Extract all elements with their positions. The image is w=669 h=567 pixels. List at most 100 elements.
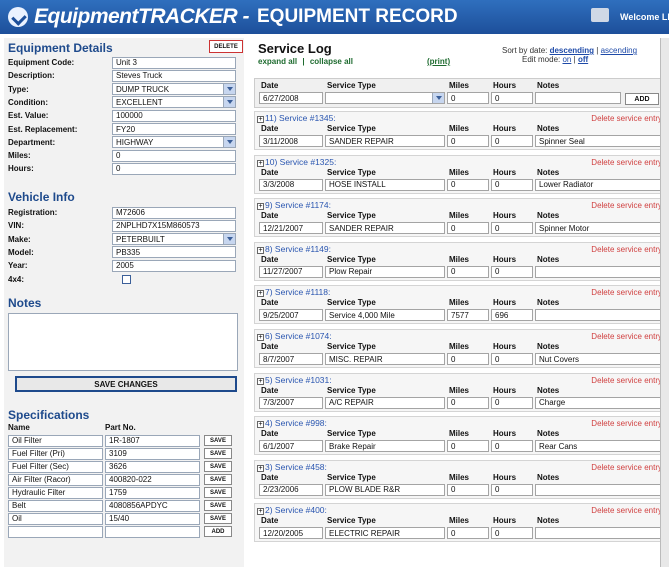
service-entry-title[interactable]: +4) Service #998: bbox=[257, 418, 327, 429]
miles-value[interactable]: 0 bbox=[447, 178, 489, 191]
spec-add-button[interactable]: ADD bbox=[204, 526, 232, 537]
notes-value[interactable] bbox=[535, 527, 662, 540]
print-link[interactable]: (print) bbox=[427, 57, 450, 66]
spec-save-button[interactable]: SAVE bbox=[204, 513, 232, 524]
delete-service-entry-link[interactable]: Delete service entry bbox=[591, 463, 662, 472]
collapse-all-link[interactable]: collapse all bbox=[310, 57, 353, 66]
vehicle-field-input[interactable]: 2005 bbox=[112, 259, 236, 272]
delete-service-entry-link[interactable]: Delete service entry bbox=[591, 245, 662, 254]
chevron-down-icon[interactable] bbox=[223, 97, 235, 108]
notes-textarea[interactable] bbox=[8, 313, 238, 371]
spec-save-button[interactable]: SAVE bbox=[204, 500, 232, 511]
spec-new-part-input[interactable] bbox=[105, 525, 200, 538]
edit-off-link[interactable]: off bbox=[578, 55, 588, 64]
notes-value[interactable]: Charge bbox=[535, 396, 662, 409]
hours-value[interactable]: 0 bbox=[491, 265, 533, 278]
date-value[interactable]: 3/3/2008 bbox=[259, 178, 323, 191]
spec-name-input[interactable]: Belt bbox=[8, 499, 103, 512]
spec-part-input[interactable]: 1R-1807 bbox=[105, 434, 200, 447]
notes-value[interactable]: Rear Cans bbox=[535, 440, 662, 453]
sort-descending-link[interactable]: descending bbox=[550, 46, 594, 55]
delete-service-entry-link[interactable]: Delete service entry bbox=[591, 288, 662, 297]
vehicle-field-input[interactable]: PB335 bbox=[112, 246, 236, 259]
date-value[interactable]: 9/25/2007 bbox=[259, 309, 323, 322]
add-service-button[interactable]: ADD bbox=[625, 93, 659, 105]
spec-name-input[interactable]: Fuel Filter (Pri) bbox=[8, 447, 103, 460]
spec-save-button[interactable]: SAVE bbox=[204, 487, 232, 498]
notes-value[interactable] bbox=[535, 265, 662, 278]
notes-value[interactable]: Lower Radiator bbox=[535, 178, 662, 191]
service-entry-title[interactable]: +3) Service #458: bbox=[257, 462, 327, 472]
delete-service-entry-link[interactable]: Delete service entry bbox=[591, 332, 662, 341]
hours-value[interactable]: 0 bbox=[491, 483, 533, 496]
spec-part-input[interactable]: 3109 bbox=[105, 447, 200, 460]
details-field-input[interactable]: Unit 3 bbox=[112, 56, 236, 69]
spec-part-input[interactable]: 400820-022 bbox=[105, 473, 200, 486]
spec-name-input[interactable]: Fuel Filter (Sec) bbox=[8, 460, 103, 473]
notes-value[interactable] bbox=[535, 483, 662, 496]
delete-service-entry-link[interactable]: Delete service entry bbox=[591, 114, 662, 123]
hours-value[interactable]: 696 bbox=[491, 309, 533, 322]
expand-plus-icon[interactable]: + bbox=[257, 159, 264, 167]
service-entry-title[interactable]: +9) Service #1174: bbox=[257, 200, 331, 211]
service-entry-title[interactable]: +8) Service #1149: bbox=[257, 244, 331, 254]
chevron-down-icon[interactable] bbox=[223, 84, 235, 95]
service-type-value[interactable]: PLOW BLADE R&R bbox=[325, 483, 445, 496]
service-entry-title[interactable]: +7) Service #1118: bbox=[257, 287, 330, 298]
spec-save-button[interactable]: SAVE bbox=[204, 448, 232, 459]
details-field-select[interactable]: HIGHWAY bbox=[112, 136, 236, 149]
expand-plus-icon[interactable]: + bbox=[257, 116, 264, 123]
date-value[interactable]: 11/27/2007 bbox=[259, 265, 323, 278]
hours-value[interactable]: 0 bbox=[491, 222, 533, 235]
vehicle-field-input[interactable]: 2NPLHD7X15M860573 bbox=[112, 219, 236, 232]
delete-button[interactable]: DELETE bbox=[209, 40, 243, 53]
new-hours-input[interactable]: 0 bbox=[491, 92, 533, 104]
delete-service-entry-link[interactable]: Delete service entry bbox=[591, 201, 662, 210]
expand-all-link[interactable]: expand all bbox=[258, 57, 297, 66]
details-field-input[interactable]: Steves Truck bbox=[112, 69, 236, 82]
checkbox-4x4[interactable] bbox=[122, 274, 131, 284]
expand-plus-icon[interactable]: + bbox=[257, 246, 264, 254]
service-type-value[interactable]: SANDER REPAIR bbox=[325, 222, 445, 235]
vehicle-field-input[interactable]: M72606 bbox=[112, 206, 236, 219]
miles-value[interactable]: 0 bbox=[447, 135, 489, 147]
spec-part-input[interactable]: 1759 bbox=[105, 486, 200, 499]
delete-service-entry-link[interactable]: Delete service entry bbox=[591, 376, 662, 385]
service-type-value[interactable]: SANDER REPAIR bbox=[325, 135, 445, 147]
date-value[interactable]: 6/1/2007 bbox=[259, 440, 323, 453]
chevron-down-icon[interactable] bbox=[432, 93, 444, 103]
service-entry-title[interactable]: +2) Service #400: bbox=[257, 505, 327, 516]
delete-service-entry-link[interactable]: Delete service entry bbox=[591, 506, 662, 515]
details-field-input[interactable]: 0 bbox=[112, 149, 236, 162]
hours-value[interactable]: 0 bbox=[491, 396, 533, 409]
miles-value[interactable]: 0 bbox=[447, 483, 489, 496]
delete-service-entry-link[interactable]: Delete service entry bbox=[591, 158, 662, 167]
vehicle-field-select[interactable]: PETERBUILT bbox=[112, 233, 236, 246]
hours-value[interactable]: 0 bbox=[491, 353, 533, 365]
hours-value[interactable]: 0 bbox=[491, 527, 533, 540]
service-entry-title[interactable]: +5) Service #1031: bbox=[257, 375, 332, 385]
service-type-value[interactable]: A/C REPAIR bbox=[325, 396, 445, 409]
hours-value[interactable]: 0 bbox=[491, 440, 533, 453]
date-value[interactable]: 2/23/2006 bbox=[259, 483, 323, 496]
expand-plus-icon[interactable]: + bbox=[257, 464, 264, 472]
notes-value[interactable]: Nut Covers bbox=[535, 353, 662, 365]
notes-value[interactable] bbox=[535, 309, 662, 322]
miles-value[interactable]: 0 bbox=[447, 353, 489, 365]
miles-value[interactable]: 7577 bbox=[447, 309, 489, 322]
spec-name-input[interactable]: Oil bbox=[8, 512, 103, 525]
service-entry-title[interactable]: +10) Service #1325: bbox=[257, 157, 336, 167]
miles-value[interactable]: 0 bbox=[447, 440, 489, 453]
hours-value[interactable]: 0 bbox=[491, 178, 533, 191]
service-type-value[interactable]: Service 4,000 Mile bbox=[325, 309, 445, 322]
details-field-select[interactable]: DUMP TRUCK bbox=[112, 83, 236, 96]
delete-service-entry-link[interactable]: Delete service entry bbox=[591, 419, 662, 428]
spec-save-button[interactable]: SAVE bbox=[204, 474, 232, 485]
expand-plus-icon[interactable]: + bbox=[257, 377, 264, 385]
service-type-value[interactable]: Brake Repair bbox=[325, 440, 445, 453]
details-field-input[interactable]: 0 bbox=[112, 162, 236, 175]
date-value[interactable]: 12/20/2005 bbox=[259, 527, 323, 540]
date-value[interactable]: 7/3/2007 bbox=[259, 396, 323, 409]
edit-on-link[interactable]: on bbox=[562, 55, 571, 64]
miles-value[interactable]: 0 bbox=[447, 222, 489, 235]
